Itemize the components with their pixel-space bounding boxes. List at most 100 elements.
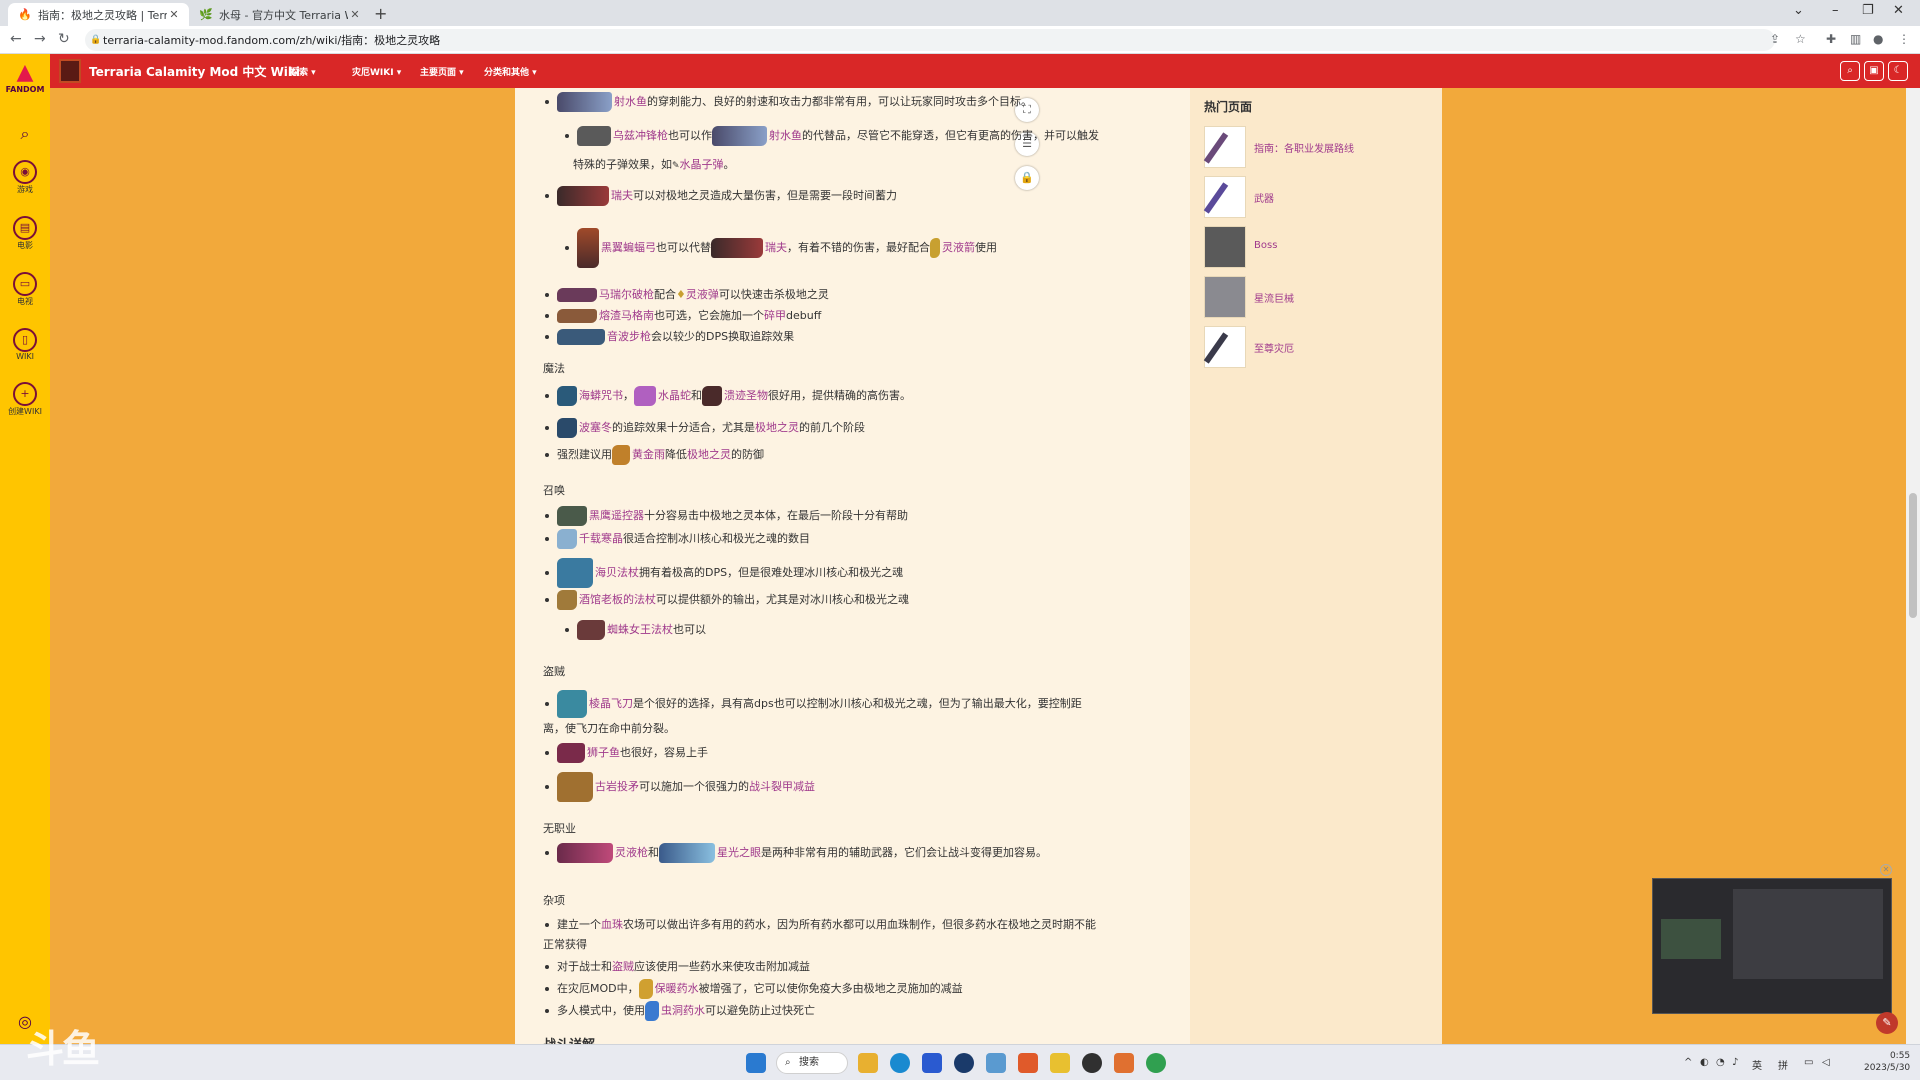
back-icon[interactable]: ← [10,31,22,47]
network-icon[interactable]: ◔ [1716,1057,1725,1068]
popular-page-item[interactable]: Boss [1204,226,1434,268]
mic-icon[interactable]: ♪ [1732,1057,1738,1068]
popular-page-item[interactable]: 指南：各职业发展路线 [1203,126,1434,168]
scrollbar-thumb[interactable] [1909,493,1917,618]
display-icon[interactable]: ▭ [1804,1057,1813,1068]
picture-in-picture-video[interactable] [1652,878,1892,1014]
share-icon[interactable]: ⇪ [1770,32,1780,46]
link[interactable]: 马瑞尔破枪 [599,288,654,301]
link[interactable]: 黑翼蝙蝠弓 [601,241,656,254]
pip-close-icon[interactable]: ✕ [1880,864,1892,876]
new-tab-icon[interactable]: + [374,4,387,23]
forward-icon[interactable]: → [34,31,46,47]
rail-item-tv[interactable]: ▭ 电视 [0,272,50,307]
extensions-icon[interactable]: ✚ [1826,32,1836,46]
link[interactable]: 碎甲 [764,309,786,322]
app-icon[interactable] [1082,1053,1102,1073]
system-clock[interactable]: 0:55 2023/5/30 [1864,1050,1910,1074]
link[interactable]: 星光之眼 [717,846,761,859]
link[interactable]: 灵液枪 [615,846,648,859]
rail-item-games[interactable]: ◉ 游戏 [0,160,50,195]
close-tab-icon[interactable]: ✕ [167,8,181,21]
wrench-icon[interactable]: ✎ [1876,1012,1898,1034]
link[interactable]: 狮子鱼 [587,746,620,759]
popular-page-item[interactable]: 武器 [1203,176,1434,218]
rail-item-wiki[interactable]: ▯ WIKI [0,328,50,361]
link[interactable]: 瑞夫 [765,241,787,254]
link[interactable]: 水晶蛇 [658,389,691,402]
app-icon[interactable] [1018,1053,1038,1073]
link[interactable]: 灵液箭 [942,241,975,254]
link[interactable]: 瑞夫 [611,189,633,202]
link[interactable]: 音波步枪 [607,330,651,343]
link[interactable]: 射水鱼 [769,129,802,142]
page-link[interactable]: 至尊灾厄 [1254,340,1294,355]
page-link[interactable]: 指南：各职业发展路线 [1254,140,1354,155]
link[interactable]: 海贝法杖 [595,566,639,579]
link[interactable]: 古岩投矛 [595,780,639,793]
profile-icon[interactable]: ● [1873,32,1883,46]
ime-lang[interactable]: 英 [1752,1057,1762,1072]
menu-icon[interactable]: ⋮ [1898,32,1910,46]
close-window-icon[interactable]: ✕ [1893,3,1904,18]
browser-tab[interactable]: 🌿 水母 - 官方中文 Terraria Wiki ✕ [189,3,370,26]
link[interactable]: 极地之灵 [687,448,731,461]
restore-icon[interactable]: ❐ [1862,3,1874,18]
chrome-icon[interactable] [1146,1053,1166,1073]
app-icon[interactable] [986,1053,1006,1073]
edit-lock-icon[interactable]: 🔒 [1015,166,1039,190]
nav-explore[interactable]: 探索 ▾ [290,65,316,78]
tray-expand-icon[interactable]: ^ [1684,1057,1692,1068]
nav-calamity-wiki[interactable]: 灾厄WIKI ▾ [352,65,401,78]
page-link[interactable]: 星流巨械 [1254,290,1294,305]
link[interactable]: 海蟒咒书 [579,389,623,402]
link[interactable]: 波塞冬 [579,421,612,434]
link[interactable]: 盗贼 [612,960,634,973]
app-icon[interactable] [1114,1053,1134,1073]
link[interactable]: 灵液弹 [686,288,719,301]
wiki-logo[interactable] [59,59,81,83]
popular-page-item[interactable]: 至尊灾厄 [1203,326,1434,368]
store-icon[interactable] [922,1053,942,1073]
steam-icon[interactable] [954,1053,974,1073]
url-input[interactable]: 🔒 terraria-calamity-mod.fandom.com/zh/wi… [85,29,1775,51]
sidebar-icon[interactable]: ▥ [1850,32,1861,46]
header-search-icon[interactable]: ⌕ [1840,61,1860,81]
tab-search-icon[interactable]: ⌄ [1793,3,1804,18]
app-icon[interactable] [1050,1053,1070,1073]
steam-tray-icon[interactable]: ◐ [1700,1057,1709,1068]
page-link[interactable]: Boss [1254,240,1277,251]
link[interactable]: 保暖药水 [655,982,699,995]
minimize-icon[interactable]: – [1832,3,1839,18]
reload-icon[interactable]: ↻ [58,31,70,47]
link[interactable]: 水晶子弹 [680,158,724,171]
link[interactable]: 熔渣马格南 [599,309,654,322]
link[interactable]: 溃迹圣物 [724,389,768,402]
page-link[interactable]: 武器 [1254,190,1274,205]
close-tab-icon[interactable]: ✕ [348,8,362,21]
discussions-icon[interactable]: ▣ [1864,61,1884,81]
link[interactable]: 虫洞药水 [661,1004,705,1017]
link[interactable]: 酒馆老板的法杖 [579,593,656,606]
link[interactable]: 黑鹰遥控器 [589,509,644,522]
taskbar-search[interactable]: ⌕ 搜索 [776,1052,848,1074]
page-scrollbar[interactable] [1906,88,1920,1044]
ime-mode[interactable]: 拼 [1778,1057,1788,1072]
wiki-title[interactable]: Terraria Calamity Mod 中文 Wiki [89,63,300,80]
windows-start-icon[interactable] [746,1053,766,1073]
nav-main-pages[interactable]: 主要页面 ▾ [420,65,464,78]
link[interactable]: 射水鱼 [614,95,647,108]
link[interactable]: 乌兹冲锋枪 [613,129,668,142]
link[interactable]: 血珠 [601,918,623,931]
popular-page-item[interactable]: 星流巨械 [1204,276,1434,318]
browser-tab-active[interactable]: 🔥 指南：极地之灵攻略 | Terraria C ✕ [8,3,189,26]
bookmark-star-icon[interactable]: ☆ [1795,32,1806,46]
rail-search[interactable]: ⌕ [0,124,50,144]
rail-item-create-wiki[interactable]: + 创建WIKI [0,382,50,417]
link[interactable]: 战斗裂甲减益 [749,780,815,793]
nav-categories[interactable]: 分类和其他 ▾ [484,65,537,78]
file-explorer-icon[interactable] [858,1053,878,1073]
link[interactable]: 极地之灵 [755,421,799,434]
link[interactable]: 棱晶飞刀 [589,697,633,710]
link[interactable]: 黄金雨 [632,448,665,461]
